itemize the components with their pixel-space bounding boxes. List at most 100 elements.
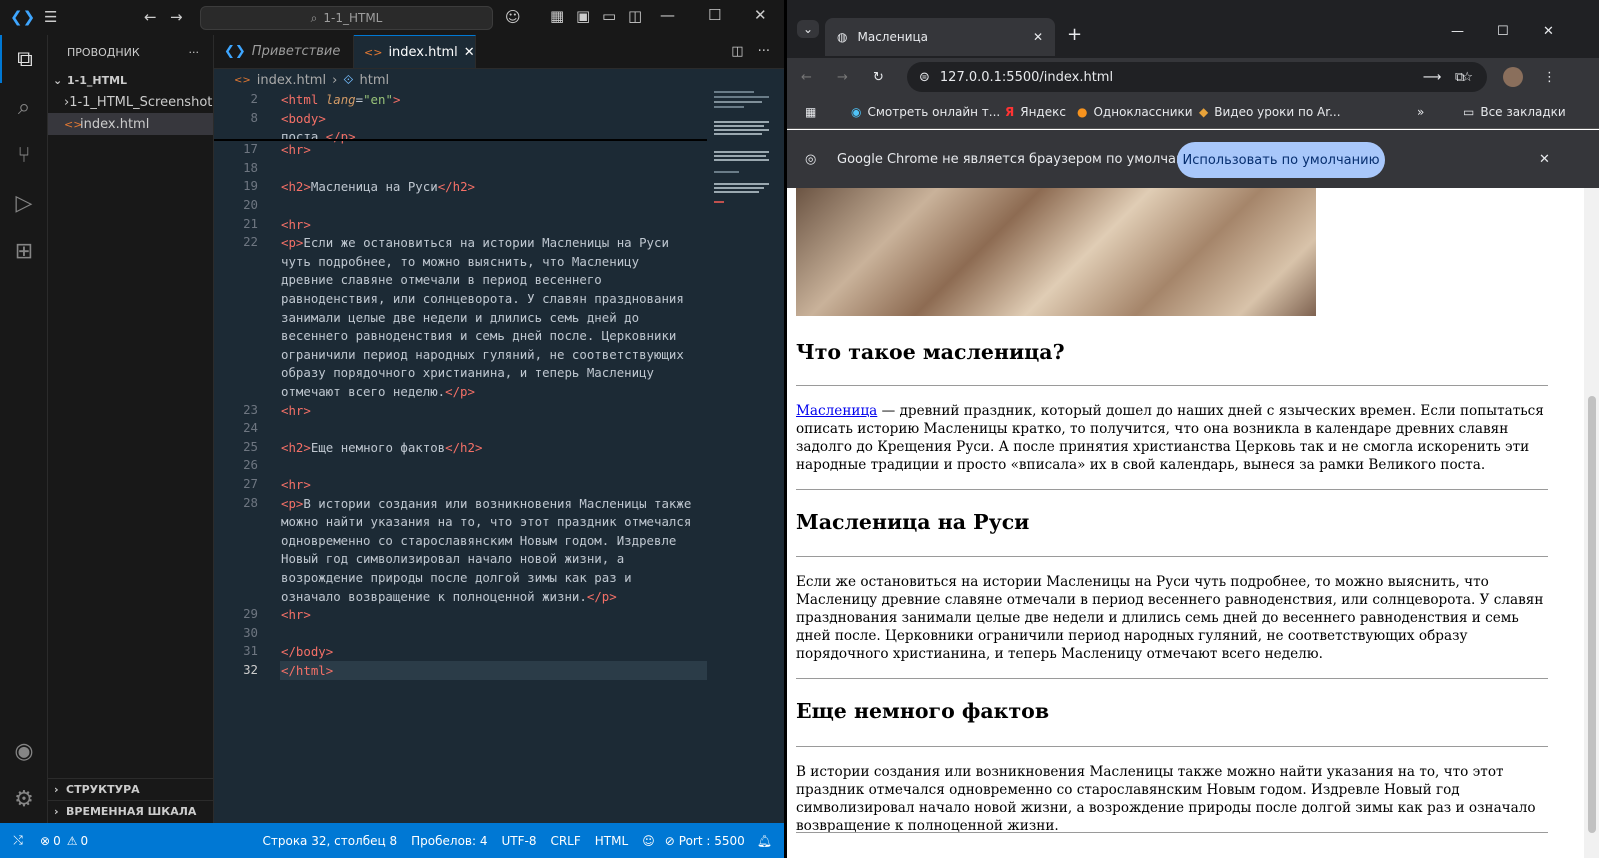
warning-icon[interactable]: ⚠ — [67, 834, 78, 848]
bookmark-1[interactable]: ◉ Смотреть онлайн т... — [851, 105, 1000, 119]
code-line[interactable]: <p>В истории создания или возникновения … — [281, 495, 711, 607]
code-line[interactable]: <hr> — [281, 606, 711, 625]
minimize-icon[interactable]: — — [660, 6, 675, 24]
bookmark-2[interactable]: Я Яндекс — [1005, 105, 1066, 119]
tab-index-html[interactable]: <> index.html ✕ — [354, 35, 476, 68]
reload-icon[interactable]: ↻ — [873, 70, 884, 85]
maslenitsa-link[interactable]: Масленица — [796, 403, 877, 419]
outline-section[interactable]: › СТРУКТУРА — [48, 778, 214, 800]
live-server-port[interactable]: Port : 5500 — [679, 834, 745, 848]
extensions-icon[interactable]: ⊞ — [0, 227, 48, 275]
command-center-label: 1-1_HTML — [323, 11, 383, 25]
cursor-position[interactable]: Строка 32, столбец 8 — [262, 834, 397, 848]
folder-root[interactable]: ⌄ 1-1_HTML — [48, 69, 213, 91]
code-line[interactable]: </body> — [281, 643, 711, 662]
close-window-icon[interactable]: ✕ — [754, 6, 767, 24]
split-editor-icon[interactable]: ◫ — [731, 44, 743, 59]
back-icon[interactable]: ← — [144, 8, 157, 26]
editor-tabs: ❮❯ Приветствие <> index.html ✕ ◫ ··· — [214, 35, 784, 69]
close-infobar-icon[interactable]: ✕ — [1539, 152, 1550, 167]
all-bookmarks[interactable]: ▭ Все закладки — [1463, 105, 1566, 119]
notifications-icon[interactable]: 🔔︎ — [757, 834, 772, 848]
minimize-icon[interactable]: — — [1451, 24, 1464, 39]
code-line[interactable]: <hr> — [281, 402, 711, 421]
language-mode[interactable]: HTML — [595, 834, 628, 848]
code-line[interactable]: <p>Если же остановиться на истории Масле… — [281, 234, 711, 401]
remote-icon[interactable]: ⤭ — [0, 833, 36, 848]
tab-welcome[interactable]: ❮❯ Приветствие — [214, 35, 354, 68]
toggle-sidebar-icon[interactable]: ▣ — [576, 7, 590, 25]
code-line[interactable]: <hr> — [281, 476, 711, 495]
set-default-button[interactable]: Использовать по умолчанию — [1177, 142, 1385, 178]
editor-more-icon[interactable]: ··· — [758, 44, 770, 59]
code-line[interactable]: </html> — [281, 662, 711, 681]
toggle-panel-icon[interactable]: ▭ — [602, 7, 616, 25]
line-number: 31 — [243, 643, 258, 659]
error-icon[interactable]: ⊗ — [40, 834, 50, 848]
back-icon[interactable]: ← — [801, 70, 812, 85]
address-bar[interactable]: ⊜ 127.0.0.1:5500/index.html ⟶ ☆ — [907, 62, 1487, 92]
new-tab-icon[interactable]: + — [1067, 24, 1082, 45]
bookmark-4[interactable]: ◆ Видео уроки по Ar... — [1199, 105, 1341, 119]
chrome-menu-icon[interactable]: ⋮ — [1543, 70, 1556, 85]
tree-item-screenshots[interactable]: › 1-1_HTML_Screenshots — [48, 91, 213, 113]
code-line[interactable]: <html lang="en"> — [281, 91, 711, 110]
code-line[interactable]: <h2>Еще немного фактов</h2> — [281, 439, 711, 458]
code-line[interactable]: <hr> — [281, 141, 711, 160]
heading-rus: Масленица на Руси — [796, 510, 1030, 534]
forward-icon[interactable]: → — [837, 70, 848, 85]
scrollbar-thumb[interactable] — [1588, 396, 1596, 833]
forward-icon[interactable]: → — [170, 8, 183, 26]
breadcrumb-element[interactable]: html — [360, 73, 390, 88]
run-debug-icon[interactable]: ▷ — [0, 179, 48, 227]
live-server-icon[interactable]: ⊘ — [665, 834, 675, 848]
end-of-line[interactable]: CRLF — [550, 834, 580, 848]
bookmark-3[interactable]: ● Одноклассники — [1077, 105, 1193, 119]
menu-icon[interactable]: ☰ — [44, 8, 57, 26]
divider — [796, 746, 1548, 747]
customize-layout-icon[interactable]: ▦ — [550, 7, 564, 25]
minimap-graphic — [714, 91, 769, 203]
minimap[interactable] — [714, 91, 774, 211]
line-number: 26 — [243, 457, 258, 473]
close-window-icon[interactable]: ✕ — [1543, 24, 1554, 39]
url-text[interactable]: 127.0.0.1:5500/index.html — [940, 70, 1413, 85]
code-line[interactable]: <body> — [281, 110, 711, 129]
tree-item-index-html[interactable]: <> index.html — [48, 113, 213, 135]
toggle-secondary-sidebar-icon[interactable]: ◫ — [628, 7, 642, 25]
browser-tab[interactable]: ◍ Масленица ✕ — [825, 18, 1055, 56]
timeline-section[interactable]: › ВРЕМЕННАЯ ШКАЛА — [48, 800, 214, 822]
site-info-icon[interactable]: ⊜ — [919, 70, 930, 85]
more-bookmarks-icon[interactable]: » — [1417, 105, 1424, 119]
code-line[interactable]: <hr> — [281, 216, 711, 235]
profile-avatar[interactable] — [1503, 67, 1523, 87]
breadcrumb-file[interactable]: index.html — [257, 73, 326, 88]
error-count[interactable]: 0 — [53, 834, 61, 848]
folder-root-label: 1-1_HTML — [67, 73, 128, 87]
tab-label: Приветствие — [251, 44, 341, 59]
search-view-icon[interactable]: ⌕ — [0, 83, 48, 131]
warning-count[interactable]: 0 — [80, 834, 88, 848]
copilot-icon[interactable]: ☺ — [505, 8, 521, 26]
folder-icon: ▭ — [1463, 105, 1475, 119]
command-center[interactable]: ⌕ 1-1_HTML — [200, 6, 493, 30]
indentation[interactable]: Пробелов: 4 — [411, 834, 487, 848]
code-line[interactable]: <h2>Масленица на Руси</h2> — [281, 178, 711, 197]
maximize-icon[interactable]: ☐ — [708, 6, 721, 24]
close-tab-icon[interactable]: ✕ — [1033, 30, 1043, 44]
maximize-icon[interactable]: ☐ — [1497, 24, 1509, 39]
source-control-icon[interactable]: ⑂ — [0, 131, 48, 179]
tree-item-label: 1-1_HTML_Screenshots — [69, 94, 213, 110]
apps-icon[interactable]: ▦ — [805, 105, 816, 119]
settings-gear-icon[interactable]: ⚙ — [0, 775, 48, 823]
account-icon[interactable]: ◉ — [0, 727, 48, 775]
explorer-icon[interactable]: ⧉ — [0, 35, 48, 83]
translate-icon[interactable]: ⟶ — [1423, 70, 1442, 85]
more-actions-icon[interactable]: ··· — [189, 46, 200, 59]
extensions-icon[interactable]: ⧉ — [1455, 70, 1464, 85]
encoding[interactable]: UTF-8 — [501, 834, 536, 848]
close-tab-icon[interactable]: ✕ — [464, 45, 475, 60]
page-scrollbar[interactable] — [1584, 188, 1599, 858]
tab-search-icon[interactable]: ⌄ — [797, 20, 820, 38]
copilot-status-icon[interactable]: ☺ — [642, 834, 655, 848]
